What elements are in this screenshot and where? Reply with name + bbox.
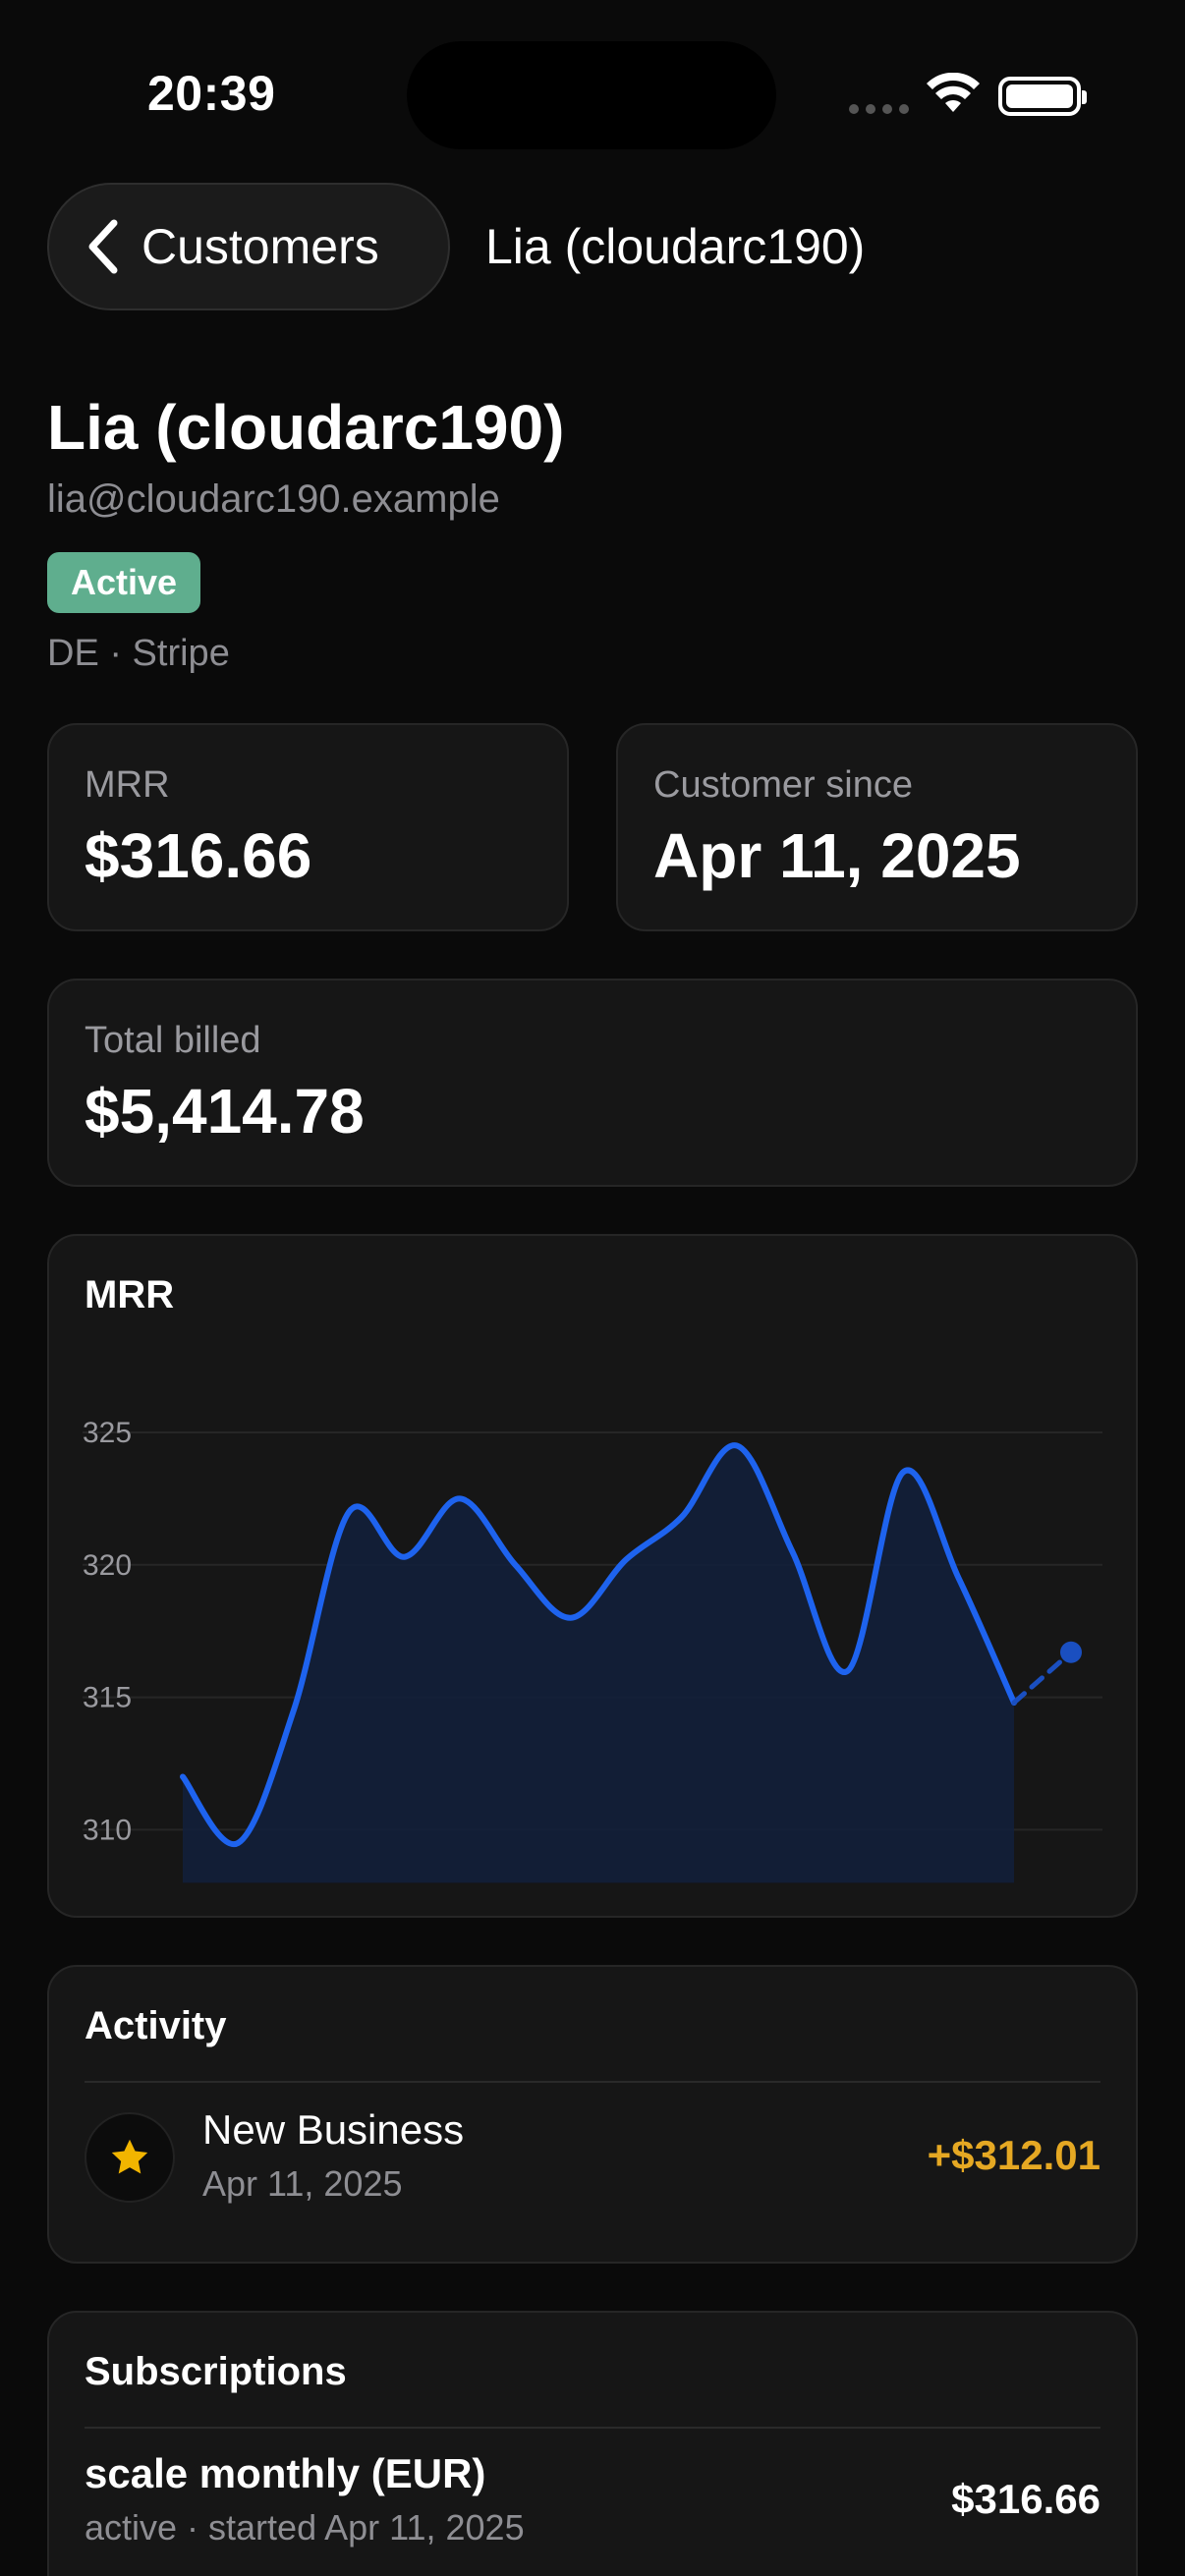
- total-billed-card: Total billed $5,414.78: [47, 979, 1138, 1187]
- y-tick-label: 310: [83, 1814, 132, 1846]
- subscription-meta: active · started Apr 11, 2025: [85, 2507, 525, 2548]
- star-icon: [85, 2112, 175, 2203]
- subscriptions-title: Subscriptions: [85, 2350, 347, 2393]
- mrr-value: $316.66: [85, 820, 312, 891]
- mrr-label: MRR: [85, 764, 170, 806]
- battery-icon: [998, 77, 1087, 116]
- status-time: 20:39: [147, 66, 276, 121]
- back-button-label: Customers: [141, 219, 379, 274]
- status-bar: 20:39: [0, 0, 1185, 187]
- total-billed-label: Total billed: [85, 1020, 261, 1061]
- subscription-name: scale monthly (EUR): [85, 2450, 486, 2496]
- subscription-amount: $316.66: [951, 2476, 1100, 2522]
- y-tick-label: 320: [83, 1549, 132, 1582]
- activity-item-amount: +$312.01: [927, 2132, 1100, 2178]
- customer-meta: DE · Stripe: [47, 633, 230, 674]
- chevron-left-icon: [88, 219, 118, 274]
- customer-since-card: Customer since Apr 11, 2025: [616, 723, 1138, 931]
- dynamic-island: [407, 41, 776, 149]
- mrr-projection-point: [1060, 1641, 1082, 1663]
- activity-title: Activity: [85, 2004, 227, 2047]
- divider: [85, 2427, 1100, 2429]
- mrr-chart-card: MRR 325 320 315 310: [47, 1234, 1138, 1918]
- status-badge: Active: [47, 552, 201, 613]
- mrr-chart: 325 320 315 310: [83, 1417, 1102, 1883]
- customer-since-label: Customer since: [653, 764, 913, 806]
- wifi-icon: [927, 73, 980, 112]
- y-tick-label: 315: [83, 1682, 132, 1714]
- customer-email: lia@cloudarc190.example: [47, 477, 500, 521]
- activity-card: Activity New Business Apr 11, 2025 +$312…: [47, 1965, 1138, 2264]
- subscriptions-card: Subscriptions scale monthly (EUR) active…: [47, 2311, 1138, 2576]
- customer-name: Lia (cloudarc190): [47, 392, 565, 463]
- customer-since-value: Apr 11, 2025: [653, 820, 1021, 891]
- activity-item-title: New Business: [202, 2106, 465, 2153]
- y-tick-label: 325: [83, 1417, 132, 1449]
- cellular-signal-icon: [849, 104, 909, 114]
- divider: [85, 2081, 1100, 2083]
- back-button[interactable]: Customers: [47, 183, 450, 310]
- nav-title: Lia (cloudarc190): [485, 219, 866, 274]
- mrr-card: MRR $316.66: [47, 723, 569, 931]
- activity-item-date: Apr 11, 2025: [202, 2163, 403, 2204]
- total-billed-value: $5,414.78: [85, 1076, 365, 1147]
- mrr-projection-line: [1011, 1650, 1074, 1706]
